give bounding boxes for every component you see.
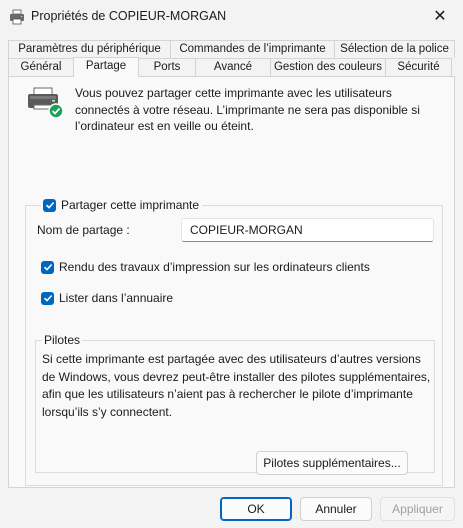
close-icon: ✕ (433, 8, 447, 25)
share-checkbox-row[interactable]: Partager cette imprimante (41, 198, 203, 212)
render-checkbox-row[interactable]: Rendu des travaux d’impression sur les o… (41, 260, 370, 274)
tab-row-bottom: Général Partage Ports Avancé Gestion des… (8, 57, 452, 77)
printer-icon (10, 9, 24, 25)
tab-font-selection[interactable]: Sélection de la police (334, 40, 455, 58)
tab-security[interactable]: Sécurité (385, 58, 452, 76)
render-checkbox[interactable] (41, 260, 54, 274)
checkmark-icon (43, 294, 52, 302)
tab-general[interactable]: Général (8, 58, 74, 76)
share-checkbox[interactable] (43, 198, 56, 212)
drivers-text: Si cette imprimante est partagée avec de… (42, 352, 431, 419)
network-printer-icon (28, 87, 64, 119)
list-checkbox-row[interactable]: Lister dans l’annuaire (41, 291, 173, 305)
tab-advanced[interactable]: Avancé (195, 58, 271, 76)
share-name-label: Nom de partage : (37, 223, 130, 237)
share-checkbox-label: Partager cette imprimante (61, 198, 200, 212)
tab-ports[interactable]: Ports (138, 58, 196, 76)
tab-device-settings[interactable]: Paramètres du périphérique (8, 40, 171, 58)
window-title: Propriétés de COPIEUR-MORGAN (31, 9, 227, 23)
intro-text: Vous pouvez partager cette imprimante av… (75, 86, 420, 133)
tab-sharing[interactable]: Partage (73, 57, 139, 77)
checkmark-icon (43, 263, 52, 271)
tab-row-top: Paramètres du périphérique Commandes de … (8, 40, 455, 58)
cancel-button[interactable]: Annuler (300, 497, 372, 521)
drivers-heading: Pilotes (42, 333, 83, 347)
share-name-input[interactable] (181, 218, 434, 242)
apply-button[interactable]: Appliquer (380, 497, 455, 521)
close-button[interactable]: ✕ (417, 0, 463, 32)
tab-printer-commands[interactable]: Commandes de l’imprimante (170, 40, 335, 58)
title-bar: Propriétés de COPIEUR-MORGAN ✕ (0, 0, 463, 34)
sharing-panel: Vous pouvez partager cette imprimante av… (8, 76, 455, 488)
checkmark-icon (45, 201, 54, 209)
tab-color-management[interactable]: Gestion des couleurs (270, 58, 386, 76)
list-checkbox[interactable] (41, 291, 54, 305)
render-checkbox-label: Rendu des travaux d’impression sur les o… (59, 260, 370, 274)
additional-drivers-button[interactable]: Pilotes supplémentaires... (256, 451, 408, 475)
list-checkbox-label: Lister dans l’annuaire (59, 291, 174, 305)
ok-button[interactable]: OK (220, 497, 292, 521)
